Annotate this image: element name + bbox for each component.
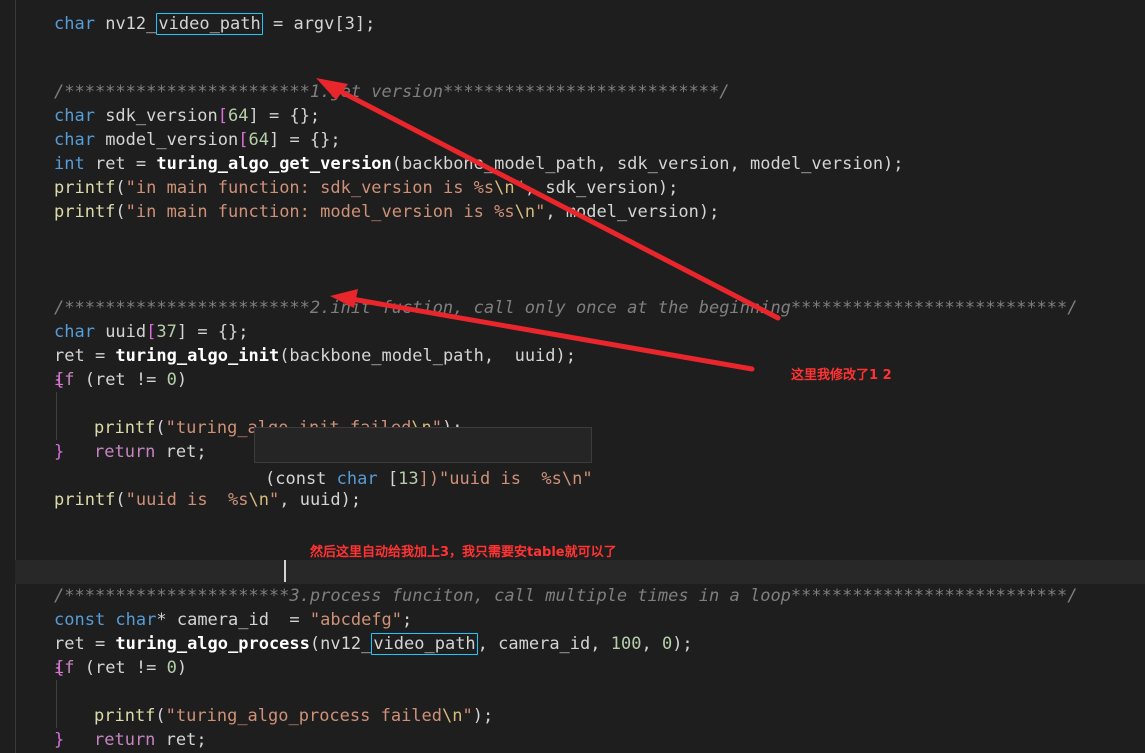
annotation-arrows	[316, 78, 781, 372]
annotation-note-2: 然后这里自动给我加上3，我只需要安table就可以了	[310, 545, 617, 560]
annotation-note-1: 这里我修改了1 2	[791, 368, 892, 383]
